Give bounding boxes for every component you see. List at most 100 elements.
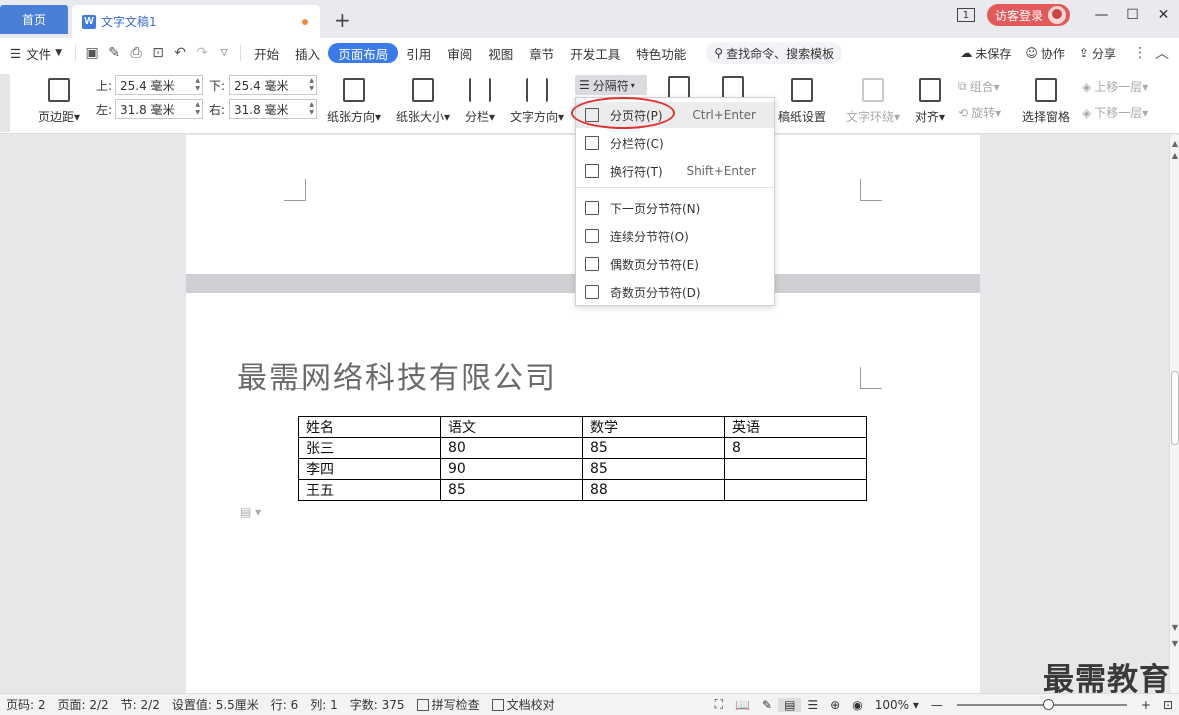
eye-protection-icon[interactable]: ◉ <box>846 698 868 712</box>
spinner-icon[interactable]: ▲ ▼ <box>195 77 200 93</box>
scroll-up-icon[interactable]: ▲ <box>1170 151 1179 160</box>
pages-status[interactable]: 页面: 2/2 <box>52 696 115 713</box>
text-wrap-button[interactable]: 文字环绕▾ <box>846 78 900 125</box>
column-status[interactable]: 列: 1 <box>304 696 344 713</box>
pen-icon[interactable]: ✎ <box>756 698 778 712</box>
spell-check-button[interactable]: 拼写检查 <box>411 696 486 713</box>
margin-top-input[interactable]: 25.4 毫米 ▲ ▼ <box>115 75 203 95</box>
table-cell[interactable]: 85 <box>582 437 725 459</box>
doc-proof-button[interactable]: 文档校对 <box>486 696 561 713</box>
menu-item-odd-page-section[interactable]: 奇数页分节符(D) <box>576 279 774 305</box>
spinner-icon[interactable]: ▲ ▼ <box>309 77 314 93</box>
table-cell[interactable]: 王五 <box>298 479 441 501</box>
grades-table[interactable]: 姓名 语文 数学 英语 张三 80 85 8 李四 90 85 王五 85 88 <box>298 416 867 501</box>
table-row[interactable]: 张三 80 85 8 <box>298 437 867 459</box>
format-painter-icon[interactable]: ✎ <box>103 45 125 61</box>
table-cell[interactable]: 李四 <box>298 458 441 480</box>
table-cell[interactable] <box>724 458 867 480</box>
table-cell[interactable]: 英语 <box>724 416 867 438</box>
tab-chapter[interactable]: 章节 <box>521 43 562 63</box>
margin-right-input[interactable]: 31.8 毫米 ▲ ▼ <box>229 99 317 119</box>
quick-access-dropdown-icon[interactable]: ▽ <box>213 48 235 58</box>
tab-features[interactable]: 特色功能 <box>628 43 694 63</box>
print-icon[interactable]: ⎙ <box>125 45 147 61</box>
ribbon-scroll-left[interactable] <box>0 74 10 132</box>
zoom-slider-knob[interactable] <box>1042 698 1054 710</box>
share-button[interactable]: ⇪ 分享 <box>1072 45 1123 62</box>
close-button[interactable]: ✕ <box>1148 7 1179 23</box>
manuscript-settings-button[interactable]: 稿纸设置 <box>778 78 826 125</box>
tab-home[interactable]: 首页 <box>0 5 68 34</box>
spinner-icon[interactable]: ▲ ▼ <box>309 101 314 117</box>
search-command-input[interactable]: ⚲ 查找命令、搜索模板 <box>706 42 843 64</box>
zoom-out-button[interactable]: — <box>925 698 949 712</box>
setting-value-status[interactable]: 设置值: 5.5厘米 <box>166 696 265 713</box>
table-cell[interactable]: 90 <box>440 458 583 480</box>
document-title[interactable]: 最需网络科技有限公司 <box>0 353 794 397</box>
paragraph-layout-icon[interactable]: ▤ ▾ <box>240 505 261 519</box>
columns-button[interactable]: 分栏▾ <box>465 78 495 125</box>
menu-item-column-break[interactable]: 分栏符(C) <box>576 130 774 156</box>
print-preview-icon[interactable]: ⊡ <box>147 45 169 61</box>
row-status[interactable]: 行: 6 <box>265 696 305 713</box>
send-backward-button[interactable]: ◈ 下移一层 ▾ <box>1082 104 1148 121</box>
reading-mode-icon[interactable]: 📖 <box>729 698 756 712</box>
table-cell[interactable]: 语文 <box>440 416 583 438</box>
unsaved-button[interactable]: ☁ 未保存 <box>953 45 1018 62</box>
section-status[interactable]: 节: 2/2 <box>115 696 166 713</box>
table-cell[interactable]: 88 <box>582 479 725 501</box>
margin-bottom-input[interactable]: 25.4 毫米 ▲ ▼ <box>229 75 317 95</box>
undo-icon[interactable]: ↶ <box>169 45 191 61</box>
vertical-scrollbar[interactable]: ▲ ▲ ▼ ▼ <box>1169 135 1179 693</box>
table-cell[interactable]: 85 <box>440 479 583 501</box>
scrollbar-thumb[interactable] <box>1171 371 1179 445</box>
scroll-up-icon[interactable]: ▲ <box>1170 139 1179 148</box>
tab-review[interactable]: 审阅 <box>439 43 480 63</box>
margins-button[interactable]: 页边距▾ <box>38 78 80 125</box>
paper-size-button[interactable]: 纸张大小▾ <box>396 78 450 125</box>
save-icon[interactable]: ▣ <box>81 45 103 61</box>
more-options-icon[interactable]: ⋮ <box>1129 45 1151 61</box>
tab-insert[interactable]: 插入 <box>287 43 328 63</box>
collaborate-button[interactable]: ☺ 协作 <box>1018 45 1072 62</box>
zoom-slider[interactable] <box>956 698 1127 710</box>
tab-developer[interactable]: 开发工具 <box>562 43 628 63</box>
table-header-row[interactable]: 姓名 语文 数学 英语 <box>298 416 867 438</box>
selection-pane-button[interactable]: 选择窗格 <box>1022 78 1070 125</box>
word-count-status[interactable]: 字数: 375 <box>344 696 411 713</box>
zoom-level[interactable]: 100% ▾ <box>869 698 925 712</box>
menu-item-next-page-section[interactable]: 下一页分节符(N) <box>576 195 774 221</box>
zoom-in-button[interactable]: + <box>1135 698 1157 712</box>
page-view-icon[interactable]: ▤ <box>778 697 802 712</box>
tab-page-layout[interactable]: 页面布局 <box>328 43 399 63</box>
rotate-button[interactable]: ⟲ 旋转 ▾ <box>958 104 1001 121</box>
page-indicator-icon[interactable]: 1 <box>956 8 975 22</box>
table-cell[interactable]: 85 <box>582 458 725 480</box>
minimize-button[interactable]: — <box>1086 7 1117 23</box>
tab-view[interactable]: 视图 <box>480 43 521 63</box>
web-view-icon[interactable]: ⊕ <box>824 698 846 712</box>
menu-item-continuous-section[interactable]: 连续分节符(O) <box>576 223 774 249</box>
align-button[interactable]: 对齐▾ <box>915 78 945 125</box>
fit-page-icon[interactable]: ⊡ <box>1157 698 1179 712</box>
visitor-login-button[interactable]: 访客登录 <box>986 4 1070 26</box>
table-cell[interactable]: 8 <box>724 437 867 459</box>
file-menu-button[interactable]: ☰ 文件 ▼ <box>0 44 70 63</box>
page-number-status[interactable]: 页码: 2 <box>0 696 52 713</box>
redo-icon[interactable]: ↷ <box>191 45 213 61</box>
breaks-button[interactable]: ☰ 分隔符 ▾ <box>575 75 647 95</box>
tab-document[interactable]: W 文字文稿1 <box>72 5 320 38</box>
fullscreen-icon[interactable]: ⛶ <box>709 697 729 712</box>
bring-forward-button[interactable]: ◈ 上移一层 ▾ <box>1082 78 1148 95</box>
group-button[interactable]: ⧉ 组合 ▾ <box>958 78 1000 95</box>
menu-item-line-break[interactable]: 换行符(T) Shift+Enter <box>576 158 774 184</box>
table-cell[interactable]: 张三 <box>298 437 441 459</box>
outline-view-icon[interactable]: ☰ <box>801 698 824 712</box>
scroll-down-icon[interactable]: ▼ <box>1170 623 1179 632</box>
table-row[interactable]: 李四 90 85 <box>298 458 867 480</box>
new-tab-button[interactable]: + <box>334 8 351 32</box>
table-cell[interactable]: 80 <box>440 437 583 459</box>
tab-start[interactable]: 开始 <box>246 43 287 63</box>
scroll-down-icon[interactable]: ▼ <box>1170 639 1179 648</box>
table-cell[interactable]: 姓名 <box>298 416 441 438</box>
